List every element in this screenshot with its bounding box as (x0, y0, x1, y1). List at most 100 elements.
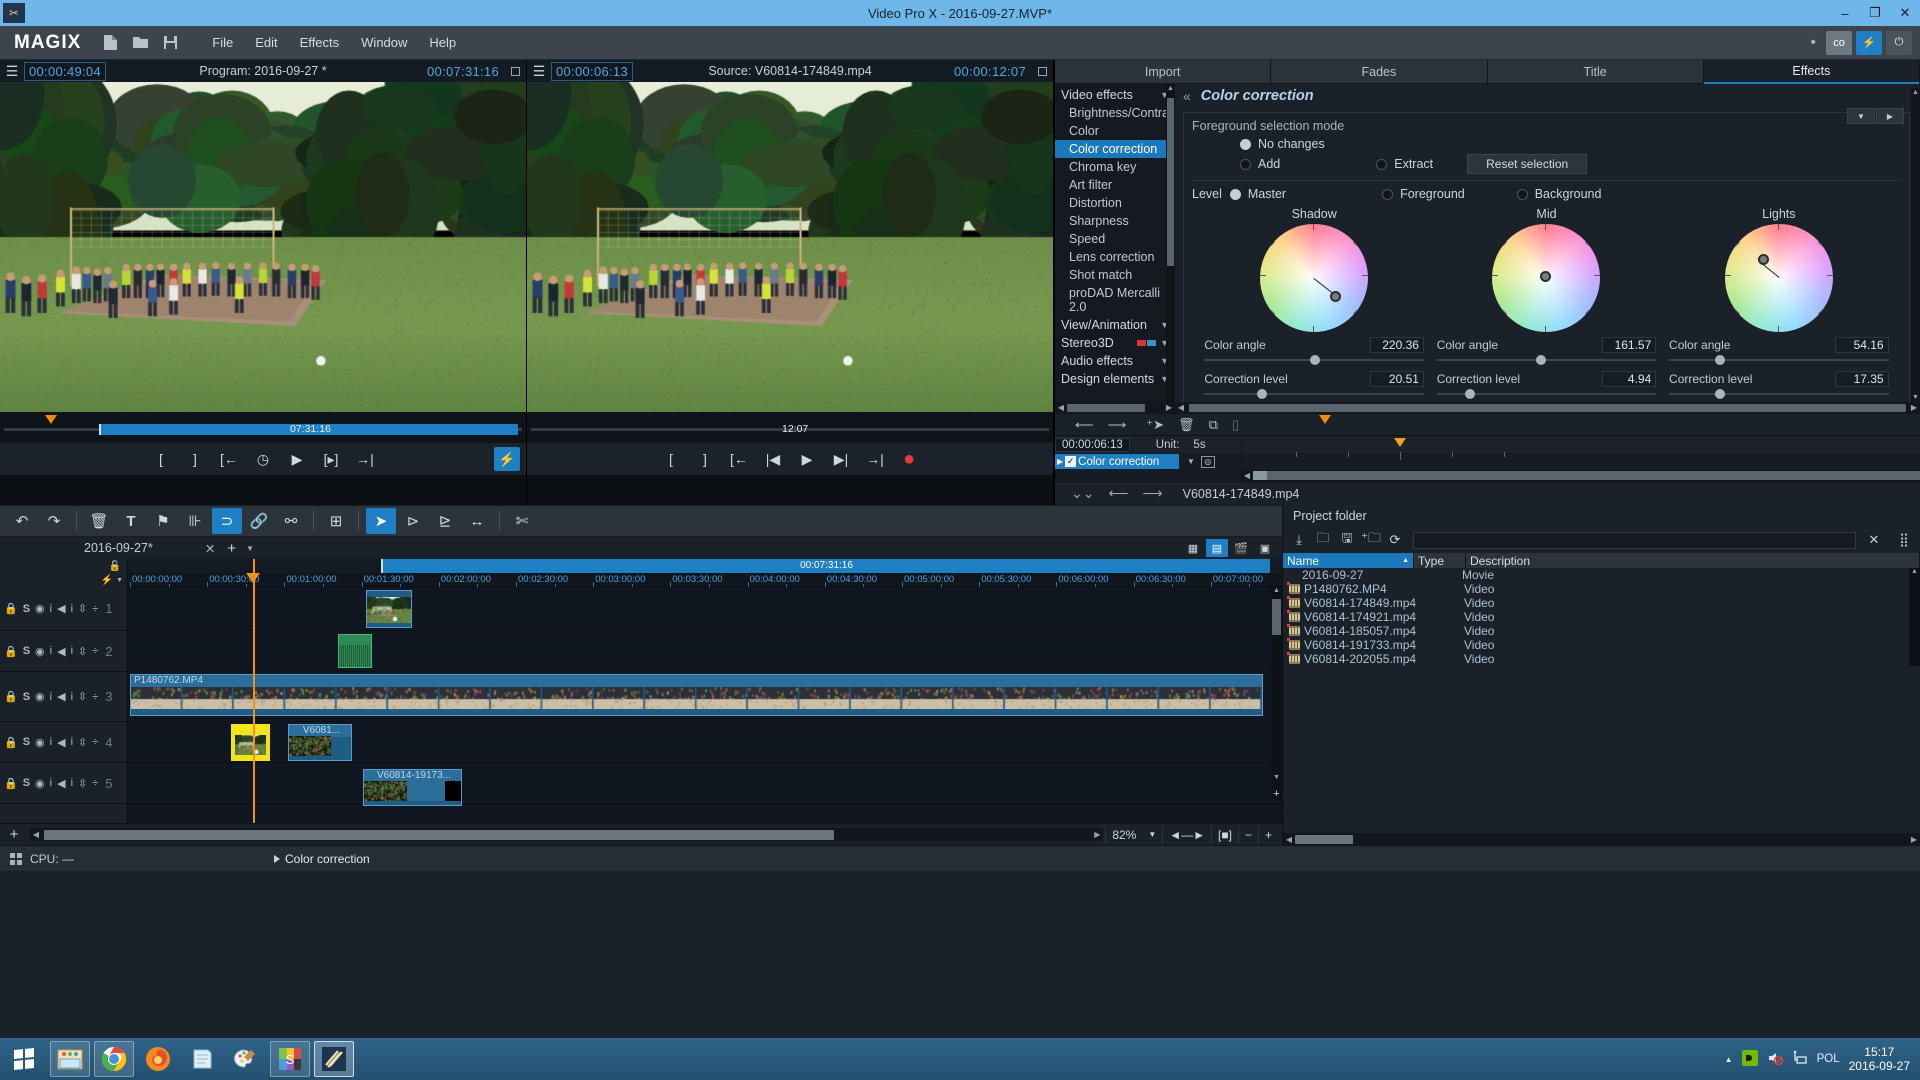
hscroll-thumb[interactable] (1253, 471, 1267, 480)
new-file-icon[interactable] (97, 30, 123, 56)
source-maximize-icon[interactable] (1038, 66, 1047, 76)
radio-add[interactable] (1240, 158, 1251, 170)
scroll-up-icon[interactable]: ▲ (1271, 587, 1282, 598)
effects-list-hscrollbar[interactable]: ◀ ▶ (1055, 402, 1175, 413)
keyframe-curve-icon[interactable]: ◎ (1200, 455, 1215, 468)
lights-correction-slider[interactable] (1669, 388, 1889, 400)
track-info2-icon[interactable]: i (71, 645, 73, 657)
chevrons-down-icon[interactable]: ⌄⌄ (1071, 485, 1094, 502)
keyframe-dropdown-icon[interactable]: ▼ (1187, 457, 1195, 466)
program-render-button[interactable]: ⚡ (494, 447, 520, 471)
keyframe-track-row[interactable]: ▶ ✓ Color correction (1055, 454, 1179, 469)
mid-correction-slider[interactable] (1436, 388, 1657, 400)
track-eye-icon[interactable]: ◉ (35, 777, 45, 790)
effects-group-design[interactable]: Design elements ▼ (1055, 370, 1175, 388)
scroll-left-icon[interactable]: ◀ (1241, 471, 1253, 480)
track-info2-icon[interactable]: i (71, 736, 73, 748)
play-range-button[interactable]: [▸] (314, 446, 348, 472)
project-folder-hscrollbar[interactable]: ◀ ▶ (1283, 833, 1920, 845)
keyframe-enable-checkbox[interactable]: ✓ (1065, 456, 1077, 467)
play-button[interactable]: ▶ (280, 446, 314, 472)
track-lock-icon[interactable]: 🔒 (4, 736, 18, 749)
track-header-3[interactable]: 🔒 S ◉ i ◀ i ⇳ ÷ 3 (0, 672, 127, 722)
list-item[interactable]: 2016-09-27 Movie (1283, 568, 1920, 582)
track-header-5[interactable]: 🔒 S ◉ i ◀ i ⇳ ÷ 5 (0, 763, 127, 804)
track-level-icon[interactable]: ⇳ (78, 736, 87, 749)
set-out-point-button[interactable]: ] (178, 446, 212, 472)
more-options-icon[interactable]: • (1802, 34, 1824, 52)
track-info2-icon[interactable]: i (71, 691, 73, 703)
scroll-down-icon[interactable]: ▼ (1912, 394, 1919, 401)
timeline-tracks-area[interactable]: 00:07:31:16 00:00:00:00 00:00:30:00 00:01:… (128, 559, 1282, 823)
effects-group-view-animation[interactable]: View/Animation ▼ (1055, 316, 1175, 334)
source-record-button[interactable]: ● (892, 446, 926, 472)
column-description[interactable]: Description (1466, 553, 1920, 568)
effect-color-correction[interactable]: Color correction (1055, 140, 1175, 158)
track-mute-icon[interactable]: ◀ (57, 777, 65, 790)
list-item[interactable]: V60814-202055.mp4 Video (1283, 652, 1920, 666)
google-chrome-icon[interactable] (94, 1041, 134, 1077)
hscroll-thumb[interactable] (1067, 403, 1145, 412)
zoom-in-icon[interactable]: + (1257, 824, 1278, 845)
project-tab-close[interactable]: ✕ (205, 541, 215, 556)
source-next-frame-button[interactable]: ▶| (824, 446, 858, 472)
project-tab-dropdown[interactable]: ▼ (246, 544, 254, 553)
radio-master[interactable] (1229, 188, 1241, 200)
windows-start-icon[interactable] (0, 1038, 48, 1080)
list-item[interactable]: V60814-174921.mp4 Video (1283, 610, 1920, 624)
list-item[interactable]: V60814-174849.mp4 Video (1283, 596, 1920, 610)
source-scrub-bar[interactable]: 12:07 (527, 412, 1331, 442)
mid-angle-slider[interactable] (1436, 354, 1657, 366)
master-flash-icon[interactable]: ⚡ ▼ (0, 573, 127, 587)
track-mute-icon[interactable]: ◀ (57, 645, 65, 658)
set-in-point-button[interactable]: [ (144, 446, 178, 472)
scene-overview-icon[interactable]: 🎬 (1230, 539, 1252, 557)
source-play-button[interactable]: ▶ (790, 446, 824, 472)
scroll-thumb[interactable] (1272, 599, 1281, 635)
timeline-track-4[interactable]: V6081... (128, 722, 1282, 763)
timeline-track-5[interactable]: V60814-19173... (128, 763, 1282, 806)
radio-background[interactable] (1516, 188, 1528, 200)
track-info-icon[interactable]: i (50, 736, 52, 748)
track-eye-icon[interactable]: ◉ (35, 736, 45, 749)
shadow-angle-slider[interactable] (1204, 354, 1424, 366)
folder-icon[interactable]: 🗀 (1313, 530, 1333, 550)
clip-track2[interactable] (338, 634, 372, 668)
master-lock-icon[interactable]: 🔓 (0, 559, 127, 573)
track-info-icon[interactable]: i (50, 645, 52, 657)
scroll-up-icon[interactable]: ▲ (1167, 85, 1174, 92)
effect-distortion[interactable]: Distortion (1055, 194, 1175, 212)
track-level-icon[interactable]: ⇳ (78, 645, 87, 658)
power-button[interactable]: ⏻ (1886, 30, 1912, 55)
scroll-right-icon[interactable]: ▶ (1908, 835, 1920, 844)
paste-icon[interactable]: ▯ (1232, 417, 1239, 433)
current-effect-status[interactable]: Color correction (274, 852, 370, 866)
shadow-correction-slider[interactable] (1204, 388, 1424, 400)
menu-window[interactable]: Window (350, 26, 418, 60)
effect-prodad-mercalli[interactable]: proDAD Mercalli 2.0 (1055, 284, 1175, 316)
effects-group-video[interactable]: Video effects ▼ (1055, 86, 1175, 104)
radio-extract[interactable] (1376, 158, 1388, 170)
track-solo-button[interactable]: S (23, 736, 30, 748)
effect-lens-correction[interactable]: Lens correction (1055, 248, 1175, 266)
delete-icon[interactable]: 🗑 (84, 508, 114, 534)
detail-hscrollbar[interactable]: ◀ ▶ (1175, 402, 1920, 413)
track-solo-button[interactable]: S (23, 645, 30, 657)
tray-expand-icon[interactable]: ▲ (1725, 1055, 1733, 1064)
go-to-end-button[interactable]: →| (348, 446, 382, 472)
track-info-icon[interactable]: i (50, 603, 52, 615)
refresh-icon[interactable]: ⟳ (1385, 530, 1405, 550)
scroll-right-icon[interactable]: ▶ (1908, 403, 1920, 412)
effect-chroma-key[interactable]: Chroma key (1055, 158, 1175, 176)
save-icon[interactable] (157, 30, 183, 56)
source-playhead-marker[interactable] (1319, 415, 1331, 424)
scroll-left-icon[interactable]: ◀ (1283, 835, 1295, 844)
timeline-view-icon[interactable]: ▤ (1206, 539, 1228, 557)
timeline-range-bar[interactable]: 00:07:31:16 (128, 559, 1282, 573)
program-maximize-icon[interactable] (511, 66, 520, 76)
paint-icon[interactable] (226, 1041, 266, 1077)
stretch-tool-icon[interactable]: ↔ (462, 508, 492, 534)
track-fade-icon[interactable]: ÷ (92, 645, 98, 657)
timeline-hscrollbar[interactable]: ◀ ▶ (30, 828, 1104, 841)
clip-track4-selected[interactable] (231, 724, 270, 761)
